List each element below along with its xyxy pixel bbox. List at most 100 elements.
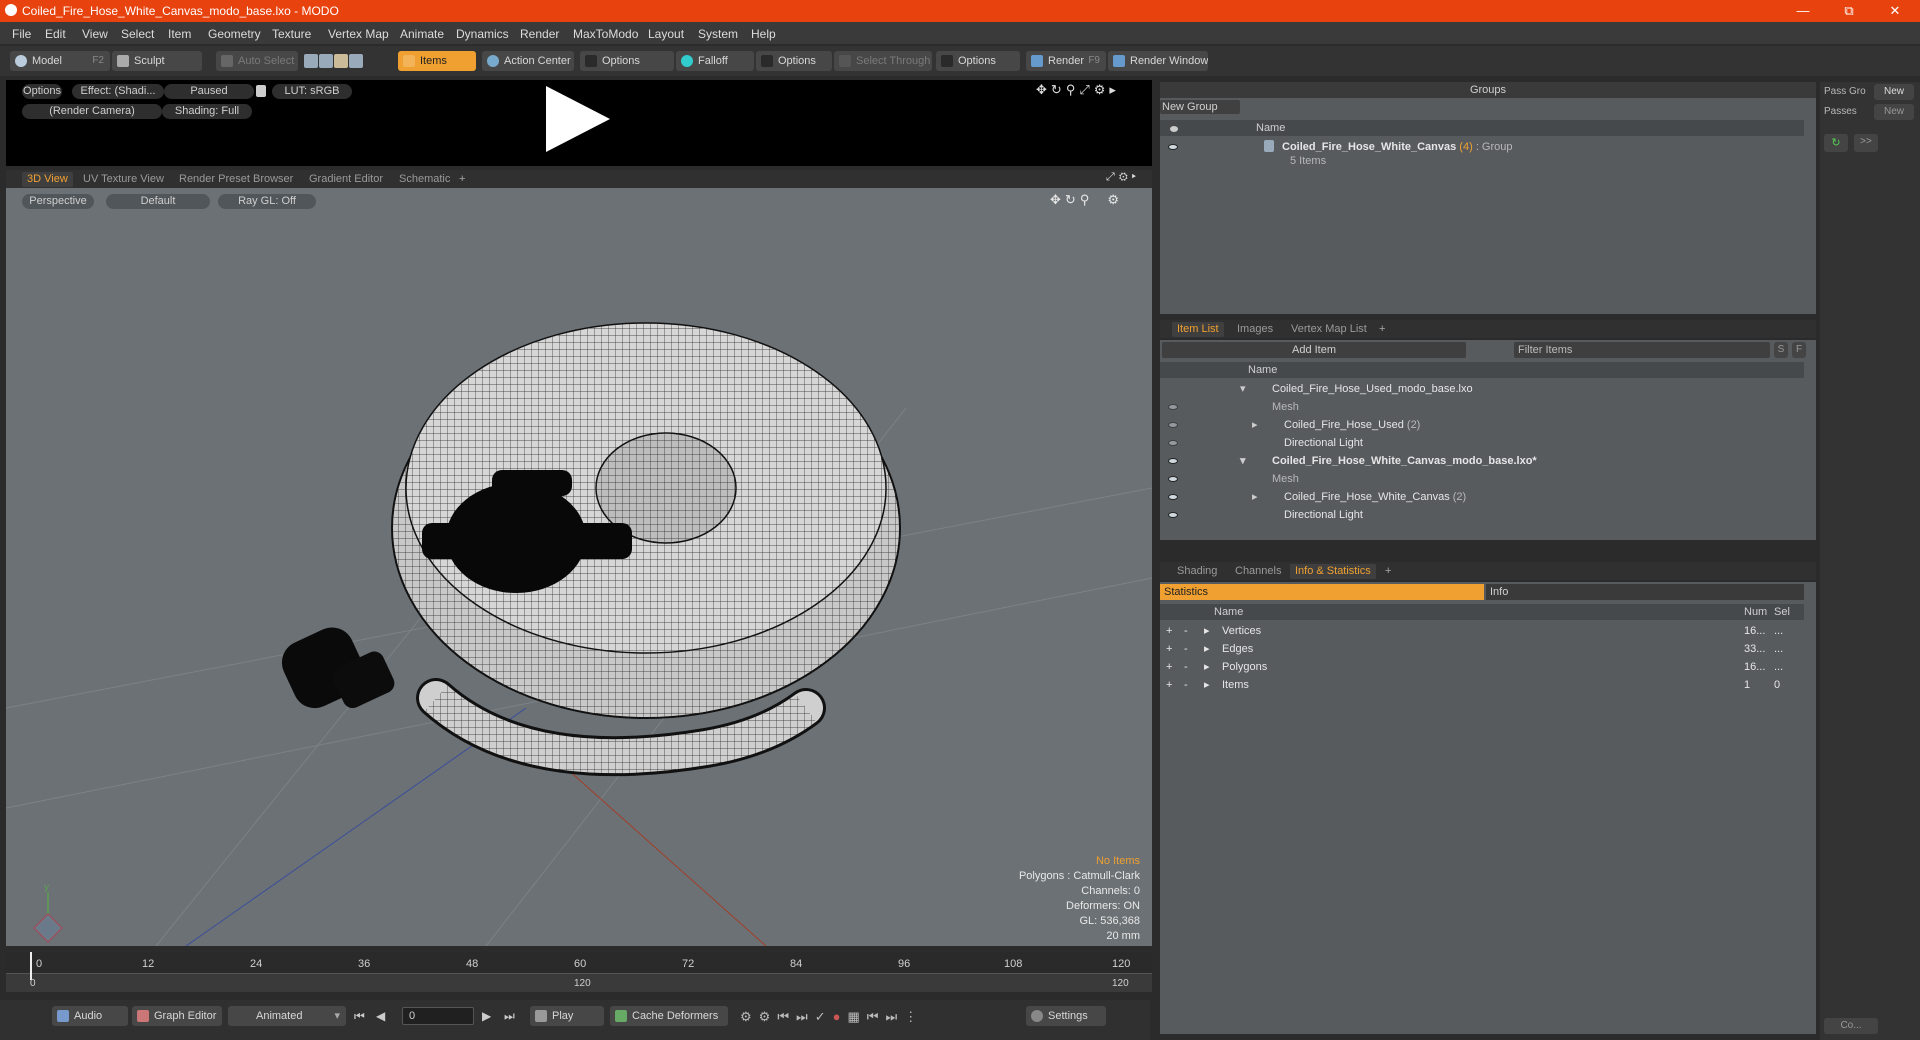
- prev-key-icon[interactable]: ⏮: [777, 1009, 796, 1024]
- options-button-1[interactable]: Options: [580, 51, 674, 71]
- minimize-icon[interactable]: —: [1780, 0, 1826, 22]
- dots-icon[interactable]: ⋮: [904, 1009, 924, 1024]
- group-row[interactable]: Coiled_Fire_Hose_White_Canvas (4) : Grou…: [1160, 138, 1804, 156]
- tab-images[interactable]: Images: [1232, 322, 1278, 337]
- timeline[interactable]: 0 12 24 36 48 60 72 84 96 108 120 0 120 …: [6, 952, 1152, 992]
- add-tab-icon[interactable]: +: [1380, 564, 1396, 579]
- gear-icon[interactable]: ⚙: [1094, 82, 1110, 97]
- tab-item-list[interactable]: Item List: [1172, 322, 1224, 337]
- eye-icon[interactable]: [1168, 458, 1178, 464]
- gear-icon[interactable]: ⚙: [1119, 171, 1132, 183]
- maximize-icon[interactable]: ⧉: [1826, 0, 1872, 22]
- new-group-button[interactable]: New Group: [1160, 100, 1240, 114]
- menu-view[interactable]: View: [82, 27, 108, 41]
- frame-input[interactable]: 0: [402, 1007, 474, 1025]
- remove-icon[interactable]: -: [1184, 676, 1188, 694]
- polygons-mode-icon[interactable]: [334, 54, 348, 68]
- 3d-viewport[interactable]: Perspective Default Ray GL: Off ✥↻⚲ ⚙ y …: [6, 188, 1152, 946]
- fire-hose-mesh[interactable]: [275, 322, 901, 777]
- render-button[interactable]: Render F9: [1026, 51, 1106, 71]
- next-key-icon[interactable]: ⏭: [796, 1009, 815, 1024]
- f-button[interactable]: F: [1792, 342, 1806, 358]
- menu-edit[interactable]: Edit: [45, 27, 66, 41]
- tab-info-statistics[interactable]: Info & Statistics: [1290, 564, 1376, 579]
- statistics-tab[interactable]: Statistics: [1160, 584, 1484, 600]
- expand-icon[interactable]: ▸: [1252, 488, 1258, 506]
- menu-select[interactable]: Select: [121, 27, 154, 41]
- eye-icon[interactable]: [1168, 422, 1178, 428]
- action-center-button[interactable]: Action Center: [482, 51, 574, 71]
- filter-items-input[interactable]: Filter Items: [1514, 342, 1770, 358]
- tab-vertex-map-list[interactable]: Vertex Map List: [1286, 322, 1372, 337]
- remove-icon[interactable]: -: [1184, 622, 1188, 640]
- render-window-button[interactable]: Render Window: [1108, 51, 1208, 71]
- step-forward-icon[interactable]: ▶: [482, 1009, 491, 1023]
- preview-shading-dropdown[interactable]: Shading: Full: [162, 104, 252, 119]
- tab-3d-view[interactable]: 3D View: [22, 172, 73, 187]
- expand-icon[interactable]: ⤢: [1106, 171, 1119, 183]
- menu-animate[interactable]: Animate: [400, 27, 444, 41]
- expand-icon[interactable]: ▸: [1204, 640, 1210, 658]
- menu-file[interactable]: File: [12, 27, 31, 41]
- step-back-icon[interactable]: ◀: [376, 1009, 385, 1023]
- cache-deformers-button[interactable]: Cache Deformers: [610, 1006, 728, 1026]
- record-icon[interactable]: ●: [833, 1009, 848, 1024]
- list-item[interactable]: ▾ Coiled_Fire_Hose_Used_modo_base.lxo: [1160, 380, 1804, 398]
- tab-gradient-editor[interactable]: Gradient Editor: [304, 172, 388, 187]
- vertices-mode-icon[interactable]: [304, 54, 318, 68]
- add-tab-icon[interactable]: +: [1374, 322, 1390, 337]
- frame-next-icon[interactable]: ⏭: [885, 1009, 904, 1024]
- skip-start-icon[interactable]: ⏮: [354, 1009, 365, 1024]
- play-icon[interactable]: [546, 86, 610, 152]
- materials-mode-icon[interactable]: [349, 54, 363, 68]
- remove-icon[interactable]: -: [1184, 658, 1188, 676]
- settings-button[interactable]: Settings: [1026, 1006, 1106, 1026]
- graph-editor-button[interactable]: Graph Editor: [132, 1006, 222, 1026]
- menu-vertex-map[interactable]: Vertex Map: [328, 27, 389, 41]
- select-through-button[interactable]: Select Through: [834, 51, 932, 71]
- eye-icon[interactable]: [1168, 476, 1178, 482]
- items-button[interactable]: Items: [398, 51, 476, 71]
- new-pass-button[interactable]: New: [1874, 104, 1914, 120]
- eye-icon[interactable]: [1168, 512, 1178, 518]
- list-item[interactable]: ▸ Coiled_Fire_Hose_Used (2): [1160, 416, 1804, 434]
- table-row[interactable]: + - ▸ Edges 33......: [1160, 640, 1804, 658]
- expand-icon[interactable]: ▸: [1204, 658, 1210, 676]
- add-icon[interactable]: +: [1166, 640, 1172, 658]
- list-item[interactable]: ▾ Coiled_Fire_Hose_White_Canvas_modo_base…: [1160, 452, 1804, 470]
- playhead[interactable]: [30, 952, 32, 980]
- tab-channels[interactable]: Channels: [1230, 564, 1286, 579]
- list-item[interactable]: Mesh: [1160, 470, 1804, 488]
- refresh-icon[interactable]: ↻: [1824, 134, 1848, 152]
- preview-camera-dropdown[interactable]: (Render Camera): [22, 104, 162, 119]
- timeline-ruler[interactable]: 0 12 24 36 48 60 72 84 96 108 120: [6, 952, 1152, 974]
- list-item[interactable]: Directional Light: [1160, 506, 1804, 524]
- play-small-icon[interactable]: ▸: [1109, 82, 1120, 97]
- preview-lut-dropdown[interactable]: LUT: sRGB: [272, 84, 352, 99]
- edges-mode-icon[interactable]: [319, 54, 333, 68]
- check-icon[interactable]: ✓: [815, 1009, 833, 1024]
- tab-render-preset-browser[interactable]: Render Preset Browser: [174, 172, 298, 187]
- menu-layout[interactable]: Layout: [648, 27, 684, 41]
- more-button[interactable]: >>: [1854, 134, 1878, 152]
- menu-render[interactable]: Render: [520, 27, 559, 41]
- auto-select-button[interactable]: Auto Select: [216, 51, 298, 71]
- table-row[interactable]: + - ▸ Vertices 16......: [1160, 622, 1804, 640]
- maximize-icon[interactable]: ⤢: [1079, 82, 1093, 97]
- remove-icon[interactable]: -: [1184, 640, 1188, 658]
- skip-end-icon[interactable]: ⏭: [504, 1009, 515, 1024]
- preview-paused-button[interactable]: Paused: [164, 84, 254, 99]
- expand-icon[interactable]: ▸: [1252, 416, 1258, 434]
- add-item-dropdown[interactable]: Add Item: [1162, 342, 1466, 358]
- eye-icon[interactable]: [1168, 440, 1178, 446]
- menu-system[interactable]: System: [698, 27, 738, 41]
- expand-icon[interactable]: ▸: [1204, 676, 1210, 694]
- zoom-icon[interactable]: ⚲: [1066, 82, 1080, 97]
- rotate-icon[interactable]: ↻: [1051, 82, 1066, 97]
- arrow-icon[interactable]: ▸: [1132, 171, 1140, 183]
- menu-item[interactable]: Item: [168, 27, 191, 41]
- add-icon[interactable]: +: [1166, 622, 1172, 640]
- new-pass-group-button[interactable]: New: [1874, 84, 1914, 100]
- table-row[interactable]: + - ▸ Items 1 0: [1160, 676, 1804, 694]
- play-button[interactable]: Play: [530, 1006, 604, 1026]
